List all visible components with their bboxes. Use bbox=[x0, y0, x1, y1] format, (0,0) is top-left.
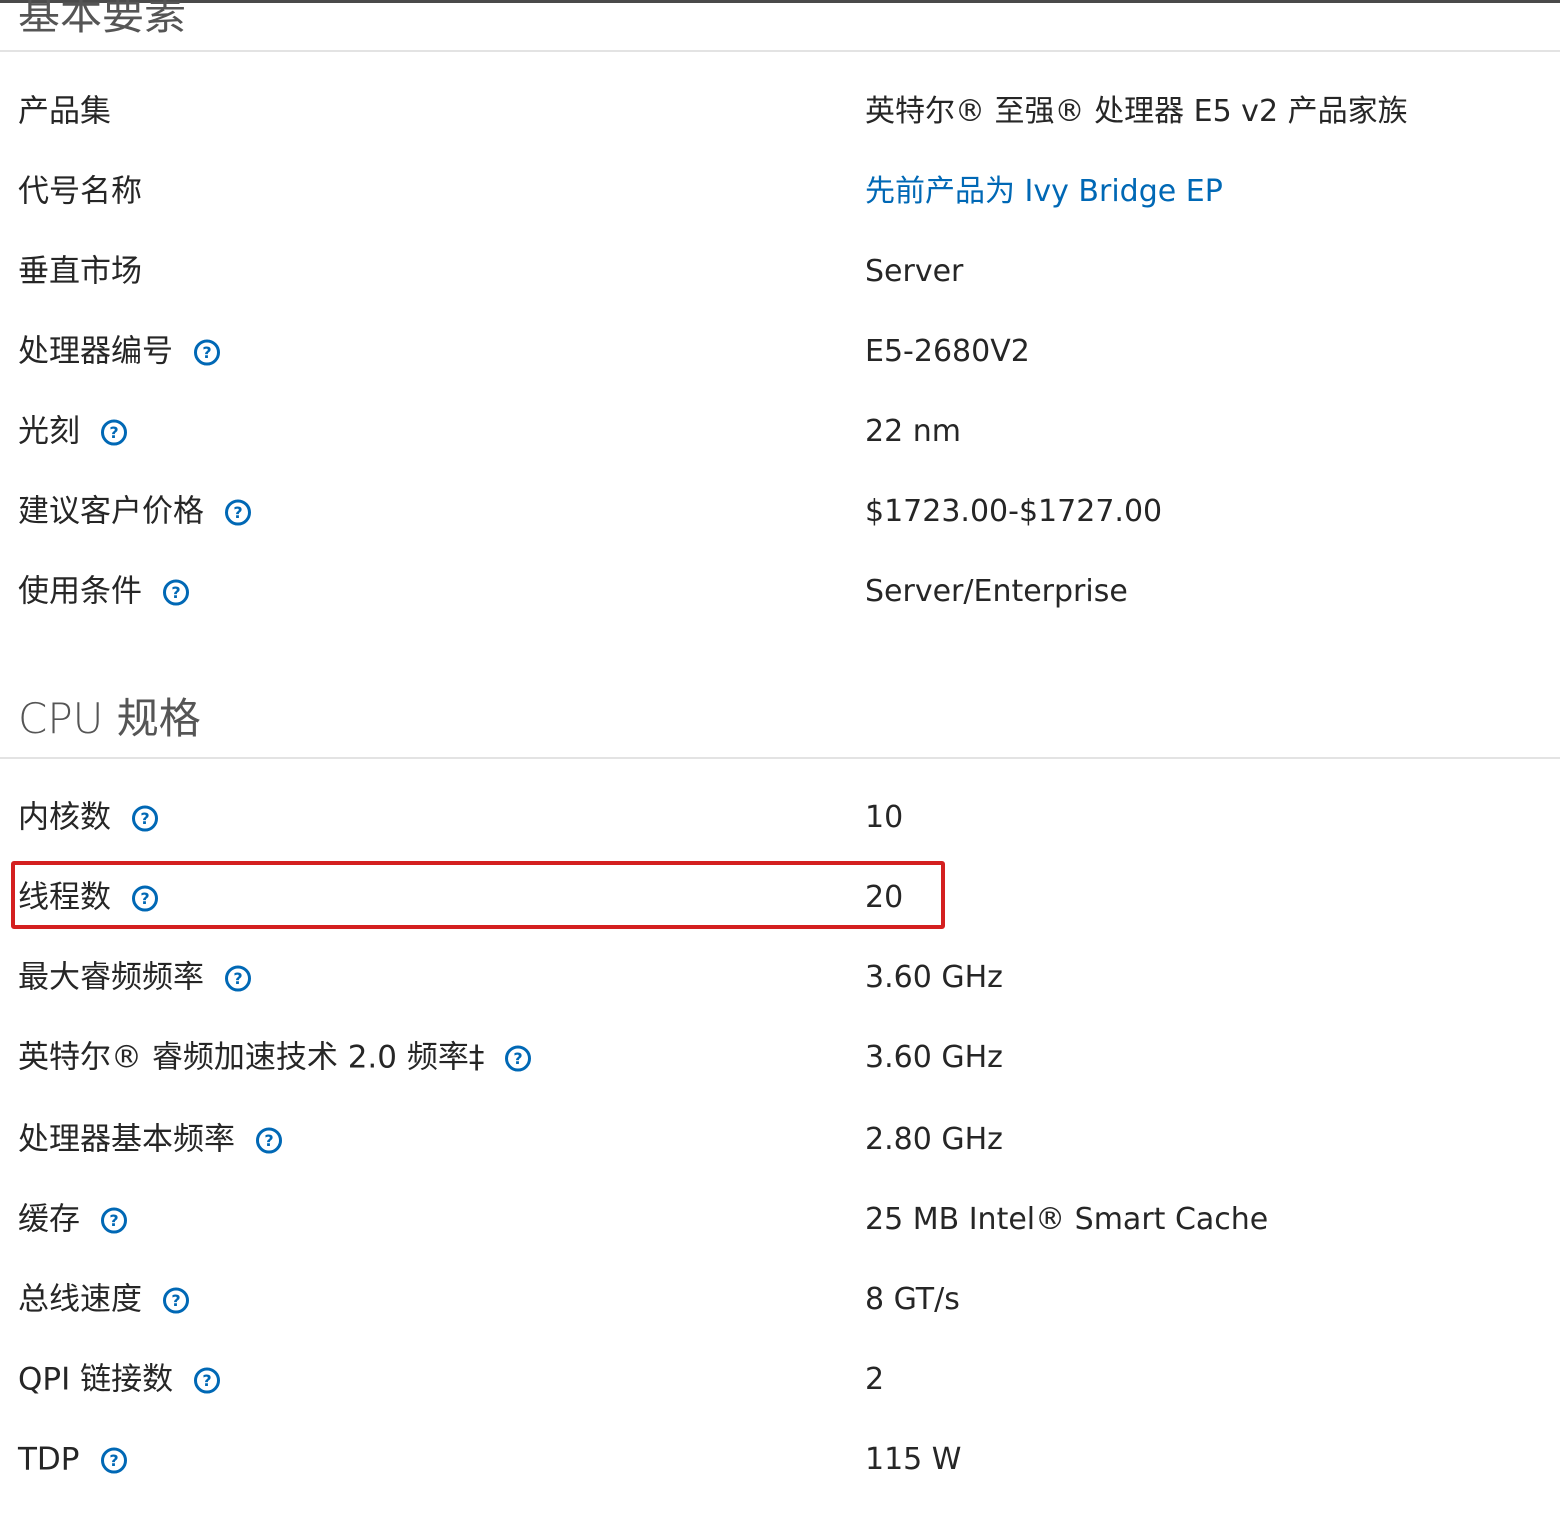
spec-row-cores: 内核数 ? 10 bbox=[0, 788, 1560, 848]
spec-row-turbo-boost-2: 英特尔® 睿频加速技术 2.0 频率‡ ? 3.60 GHz bbox=[0, 1028, 1560, 1088]
code-name-link[interactable]: 先前产品为 Ivy Bridge EP bbox=[865, 177, 1223, 207]
spec-row-max-turbo: 最大睿频频率 ? 3.60 GHz bbox=[0, 948, 1560, 1008]
spec-label: 英特尔® 睿频加速技术 2.0 频率‡ bbox=[18, 1039, 485, 1076]
section-title-basic: 基本要素 bbox=[18, 0, 187, 39]
spec-value: 115 W bbox=[865, 1442, 962, 1477]
spec-label: QPI 链接数 bbox=[18, 1361, 174, 1398]
help-question-icon[interactable]: ? bbox=[162, 1286, 190, 1314]
spec-value: $1723.00-$1727.00 bbox=[865, 494, 1163, 529]
svg-text:?: ? bbox=[140, 809, 149, 828]
spec-value: Server bbox=[865, 254, 964, 289]
spec-label: 处理器编号 bbox=[18, 333, 173, 370]
spec-row-threads: 线程数 ? 20 bbox=[0, 868, 1560, 928]
spec-row-code-name: 代号名称 先前产品为 Ivy Bridge EP bbox=[0, 162, 1560, 222]
spec-label-wrap: 缓存 ? bbox=[18, 1201, 128, 1238]
spec-value: 10 bbox=[865, 800, 904, 835]
section-divider-cpu bbox=[0, 757, 1560, 759]
help-question-icon[interactable]: ? bbox=[224, 964, 252, 992]
spec-label: 线程数 bbox=[18, 879, 111, 916]
spec-row-qpi-links: QPI 链接数 ? 2 bbox=[0, 1350, 1560, 1410]
spec-value: 22 nm bbox=[865, 414, 961, 449]
section-title-cpu: CPU 规格 bbox=[18, 694, 201, 743]
help-question-icon[interactable]: ? bbox=[100, 418, 128, 446]
help-question-icon[interactable]: ? bbox=[193, 338, 221, 366]
spec-label: 内核数 bbox=[18, 799, 111, 836]
spec-value: 25 MB Intel® Smart Cache bbox=[865, 1202, 1269, 1237]
svg-text:?: ? bbox=[109, 1451, 118, 1470]
spec-label-wrap: 处理器编号 ? bbox=[18, 333, 221, 370]
spec-label: 处理器基本频率 bbox=[18, 1121, 235, 1158]
svg-text:?: ? bbox=[202, 343, 211, 362]
spec-row-recommended-price: 建议客户价格 ? $1723.00-$1727.00 bbox=[0, 482, 1560, 542]
spec-label-wrap: 光刻 ? bbox=[18, 413, 128, 450]
svg-text:?: ? bbox=[202, 1371, 211, 1390]
spec-row-base-frequency: 处理器基本频率 ? 2.80 GHz bbox=[0, 1110, 1560, 1170]
help-question-icon[interactable]: ? bbox=[193, 1366, 221, 1394]
top-border bbox=[0, 0, 1560, 3]
spec-row-cache: 缓存 ? 25 MB Intel® Smart Cache bbox=[0, 1190, 1560, 1250]
spec-row-bus-speed: 总线速度 ? 8 GT/s bbox=[0, 1270, 1560, 1330]
spec-value: 英特尔® 至强® 处理器 E5 v2 产品家族 bbox=[865, 94, 1408, 129]
spec-value: 20 bbox=[865, 880, 904, 915]
help-question-icon[interactable]: ? bbox=[224, 498, 252, 526]
spec-label: 垂直市场 bbox=[18, 253, 142, 290]
spec-label-wrap: 英特尔® 睿频加速技术 2.0 频率‡ ? bbox=[18, 1039, 532, 1076]
svg-text:?: ? bbox=[109, 1211, 118, 1230]
spec-label-wrap: 总线速度 ? bbox=[18, 1281, 190, 1318]
spec-value: 2.80 GHz bbox=[865, 1122, 1003, 1157]
spec-row-vertical-segment: 垂直市场 Server bbox=[0, 242, 1560, 302]
help-question-icon[interactable]: ? bbox=[162, 578, 190, 606]
spec-row-lithography: 光刻 ? 22 nm bbox=[0, 402, 1560, 462]
spec-label-wrap: TDP ? bbox=[18, 1441, 128, 1478]
spec-label-wrap: QPI 链接数 ? bbox=[18, 1361, 221, 1398]
help-question-icon[interactable]: ? bbox=[131, 804, 159, 832]
spec-row-tdp: TDP ? 115 W bbox=[0, 1430, 1560, 1490]
svg-text:?: ? bbox=[514, 1049, 523, 1068]
spec-label-wrap: 使用条件 ? bbox=[18, 573, 190, 610]
spec-value: Server/Enterprise bbox=[865, 574, 1128, 609]
help-question-icon[interactable]: ? bbox=[255, 1126, 283, 1154]
spec-value: 3.60 GHz bbox=[865, 960, 1003, 995]
svg-text:?: ? bbox=[109, 423, 118, 442]
help-question-icon[interactable]: ? bbox=[100, 1206, 128, 1234]
spec-label: 建议客户价格 bbox=[18, 493, 204, 530]
section-divider-basic bbox=[0, 50, 1560, 52]
spec-label-wrap: 线程数 ? bbox=[18, 879, 159, 916]
spec-value: E5-2680V2 bbox=[865, 334, 1030, 369]
spec-label-wrap: 最大睿频频率 ? bbox=[18, 959, 252, 996]
spec-label-wrap: 建议客户价格 ? bbox=[18, 493, 252, 530]
svg-text:?: ? bbox=[233, 969, 242, 988]
spec-value: 2 bbox=[865, 1362, 885, 1397]
svg-text:?: ? bbox=[233, 503, 242, 522]
spec-row-use-conditions: 使用条件 ? Server/Enterprise bbox=[0, 562, 1560, 622]
help-question-icon[interactable]: ? bbox=[131, 884, 159, 912]
svg-text:?: ? bbox=[264, 1131, 273, 1150]
svg-text:?: ? bbox=[171, 1291, 180, 1310]
spec-row-processor-number: 处理器编号 ? E5-2680V2 bbox=[0, 322, 1560, 382]
spec-label-wrap: 处理器基本频率 ? bbox=[18, 1121, 283, 1158]
help-question-icon[interactable]: ? bbox=[100, 1446, 128, 1474]
svg-text:?: ? bbox=[140, 889, 149, 908]
spec-value: 8 GT/s bbox=[865, 1282, 960, 1317]
spec-label-wrap: 内核数 ? bbox=[18, 799, 159, 836]
spec-label: 缓存 bbox=[18, 1201, 80, 1238]
spec-value: 3.60 GHz bbox=[865, 1040, 1003, 1075]
spec-label: 产品集 bbox=[18, 93, 111, 130]
help-question-icon[interactable]: ? bbox=[504, 1044, 532, 1072]
spec-label: 代号名称 bbox=[18, 173, 142, 210]
svg-text:?: ? bbox=[171, 583, 180, 602]
spec-label: 总线速度 bbox=[18, 1281, 142, 1318]
spec-label: 最大睿频频率 bbox=[18, 959, 204, 996]
spec-label: TDP bbox=[18, 1441, 80, 1478]
spec-label: 使用条件 bbox=[18, 573, 142, 610]
spec-row-product-collection: 产品集 英特尔® 至强® 处理器 E5 v2 产品家族 bbox=[0, 82, 1560, 142]
spec-label: 光刻 bbox=[18, 413, 80, 450]
